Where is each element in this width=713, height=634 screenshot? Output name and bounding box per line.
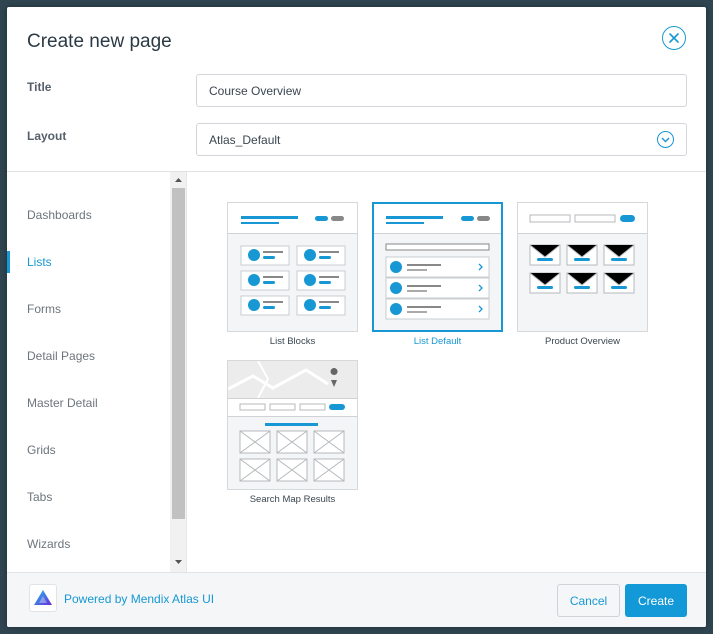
template-search-map-results[interactable]: Search Map Results xyxy=(227,360,358,505)
sidebar-item-master-detail[interactable]: Master Detail xyxy=(7,392,170,414)
title-input[interactable] xyxy=(196,74,687,107)
close-icon xyxy=(669,33,679,43)
sidebar-item-tabs[interactable]: Tabs xyxy=(7,486,170,508)
sidebar-scrollbar[interactable] xyxy=(170,172,187,572)
sidebar-item-grids[interactable]: Grids xyxy=(7,439,170,461)
layout-label: Layout xyxy=(27,129,67,143)
create-page-dialog: Create new page Title Layout Atlas_Defau… xyxy=(7,7,706,627)
list-default-thumbnail xyxy=(372,202,503,332)
template-product-overview[interactable]: Product Overview xyxy=(517,202,648,347)
category-sidebar: Dashboards Lists Forms Detail Pages Mast… xyxy=(7,172,170,572)
template-label: List Default xyxy=(413,336,462,347)
powered-by-link[interactable]: Powered by Mendix Atlas UI xyxy=(64,592,214,606)
product-overview-thumbnail xyxy=(517,202,648,332)
scroll-up-icon[interactable] xyxy=(174,175,183,185)
close-button[interactable] xyxy=(662,26,686,50)
list-blocks-thumbnail xyxy=(227,202,358,332)
sidebar-item-detail-pages[interactable]: Detail Pages xyxy=(7,345,170,367)
scrollbar-thumb[interactable] xyxy=(172,188,185,519)
template-label: Product Overview xyxy=(545,336,620,347)
template-label: Search Map Results xyxy=(249,494,336,505)
template-gallery: List Blocks List Default Product Overvie… xyxy=(188,172,706,572)
sidebar-item-dashboards[interactable]: Dashboards xyxy=(7,204,170,226)
layout-select-value: Atlas_Default xyxy=(209,132,281,147)
template-list-blocks[interactable]: List Blocks xyxy=(227,202,358,347)
dialog-title: Create new page xyxy=(27,31,172,52)
create-button[interactable]: Create xyxy=(625,584,687,617)
sidebar-item-lists[interactable]: Lists xyxy=(7,251,170,273)
template-label: List Blocks xyxy=(269,336,316,347)
sidebar-item-wizards[interactable]: Wizards xyxy=(7,533,170,555)
mendix-atlas-logo-icon xyxy=(29,584,57,612)
template-list-default[interactable]: List Default xyxy=(372,202,503,347)
dialog-footer: Powered by Mendix Atlas UI Cancel Create xyxy=(7,572,706,627)
sidebar-item-forms[interactable]: Forms xyxy=(7,298,170,320)
layout-select[interactable]: Atlas_Default xyxy=(196,123,687,156)
chevron-down-icon xyxy=(657,131,674,148)
search-map-results-thumbnail xyxy=(227,360,358,490)
scroll-down-icon[interactable] xyxy=(174,557,183,567)
cancel-button[interactable]: Cancel xyxy=(557,584,620,617)
title-label: Title xyxy=(27,80,52,94)
